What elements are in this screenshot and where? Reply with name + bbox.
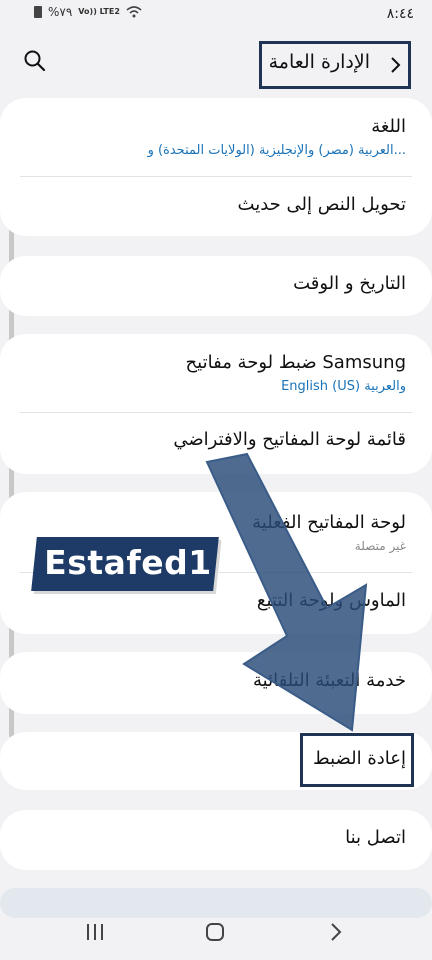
list-item-samsung-keyboard[interactable]: ضبط لوحة مفاتيح Samsung English (US) وال…	[26, 352, 406, 394]
recent-apps-icon[interactable]	[80, 920, 110, 944]
list-item-autofill[interactable]: خدمة التعبئة التلقائية	[26, 670, 406, 691]
item-subtitle: English (US) والعربية	[281, 379, 406, 394]
item-title: تحويل النص إلى حديث	[237, 194, 406, 215]
status-indicators: %٧٩ Vo)) LTE2	[34, 5, 142, 19]
item-title: خدمة التعبئة التلقائية	[253, 670, 406, 691]
list-item-contact-us[interactable]: اتصل بنا	[26, 827, 406, 848]
item-title: الماوس ولوحة التتبع	[256, 590, 406, 611]
item-title: لوحة المفاتيح الفعلية	[252, 512, 406, 533]
item-title: التاريخ و الوقت	[293, 273, 406, 294]
battery-icon	[34, 6, 42, 18]
card-keyboard-group: ضبط لوحة مفاتيح Samsung English (US) وال…	[0, 334, 432, 474]
home-icon[interactable]	[200, 920, 230, 944]
card-language-group: اللغة العربية (مصر) والإنجليزية (الولايا…	[0, 98, 432, 236]
list-item-keyboard-list[interactable]: قائمة لوحة المفاتيح والافتراضي	[26, 429, 406, 450]
card-datetime: التاريخ و الوقت	[0, 256, 432, 316]
reset-highlight-box	[300, 733, 414, 787]
item-title: اتصل بنا	[345, 827, 406, 848]
network-indicator: Vo)) LTE2	[78, 7, 120, 16]
divider	[20, 412, 412, 413]
list-item-mouse-trackpad[interactable]: الماوس ولوحة التتبع	[26, 590, 406, 611]
clock: ٨:٤٤	[386, 6, 414, 22]
item-title: قائمة لوحة المفاتيح والافتراضي	[173, 429, 406, 450]
divider	[20, 176, 412, 177]
watermark-text: Estafed1	[44, 543, 212, 582]
watermark-logo: Estafed1	[31, 537, 219, 591]
list-item-language[interactable]: اللغة العربية (مصر) والإنجليزية (الولايا…	[26, 116, 406, 158]
search-icon[interactable]	[22, 48, 48, 74]
page-title-box[interactable]: الإدارة العامة	[259, 41, 411, 89]
battery-level: %٧٩	[48, 5, 73, 19]
wifi-icon	[126, 6, 142, 18]
list-item-text-to-speech[interactable]: تحويل النص إلى حديث	[26, 194, 406, 215]
back-nav-icon[interactable]	[322, 920, 352, 944]
item-subtitle: العربية (مصر) والإنجليزية (الولايات المت…	[147, 143, 406, 158]
card-contact: اتصل بنا	[0, 810, 432, 870]
list-item-date-time[interactable]: التاريخ و الوقت	[26, 273, 406, 294]
item-title: ضبط لوحة مفاتيح Samsung	[185, 352, 406, 373]
back-chevron-icon[interactable]	[386, 56, 404, 74]
navigation-bar	[0, 900, 432, 960]
card-autofill: خدمة التعبئة التلقائية	[0, 652, 432, 714]
page-title: الإدارة العامة	[268, 51, 370, 73]
status-bar: %٧٩ Vo)) LTE2 ٨:٤٤	[0, 0, 432, 32]
item-title: اللغة	[371, 116, 406, 137]
